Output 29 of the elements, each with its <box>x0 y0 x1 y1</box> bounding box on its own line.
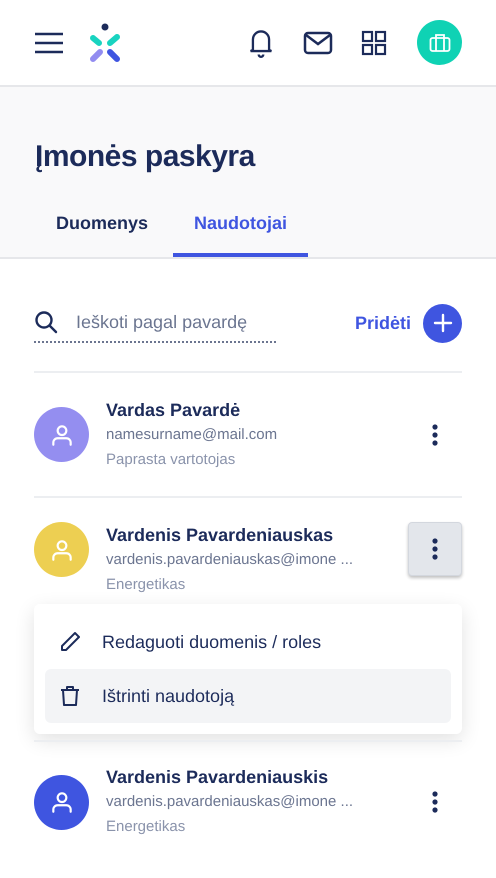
grid-icon[interactable] <box>361 30 387 56</box>
search-field[interactable]: Ieškoti pagal pavardę <box>76 308 266 336</box>
more-icon <box>432 538 438 560</box>
user-role: Energetikas <box>106 575 186 595</box>
briefcase-icon <box>428 32 450 52</box>
plus-icon <box>432 313 452 333</box>
user-name: Vardenis Pavardeniauskas <box>106 524 334 547</box>
user-email: vardenis.pavardeniauskas@imone ... <box>106 792 354 812</box>
add-icon-button[interactable] <box>423 304 462 342</box>
user-name: Vardas Pavardė <box>106 398 242 422</box>
bell-icon[interactable] <box>247 28 275 58</box>
more-button[interactable] <box>408 522 462 576</box>
page-title: Įmonės paskyra <box>34 139 256 175</box>
pencil-icon <box>58 630 82 654</box>
user-role: Paprasta vartotojas <box>106 450 236 470</box>
trash-icon <box>58 684 82 708</box>
more-icon <box>432 424 438 446</box>
more-icon <box>432 791 438 813</box>
menu-item[interactable]: Ištrinti naudotoją <box>45 669 451 723</box>
user-role: Energetikas <box>106 817 186 837</box>
search-icon <box>34 310 58 334</box>
menu-icon[interactable] <box>34 32 64 54</box>
user-email: vardenis.pavardeniauskas@imone ... <box>106 550 354 570</box>
mail-icon[interactable] <box>303 30 333 54</box>
tab[interactable]: Naudotojai <box>173 210 308 257</box>
user-email: namesurname@mail.com <box>106 424 278 444</box>
user-name: Vardenis Pavardeniauskis <box>106 766 330 789</box>
tab[interactable]: Duomenys <box>35 210 170 257</box>
add-button[interactable]: Pridėti <box>354 310 411 336</box>
